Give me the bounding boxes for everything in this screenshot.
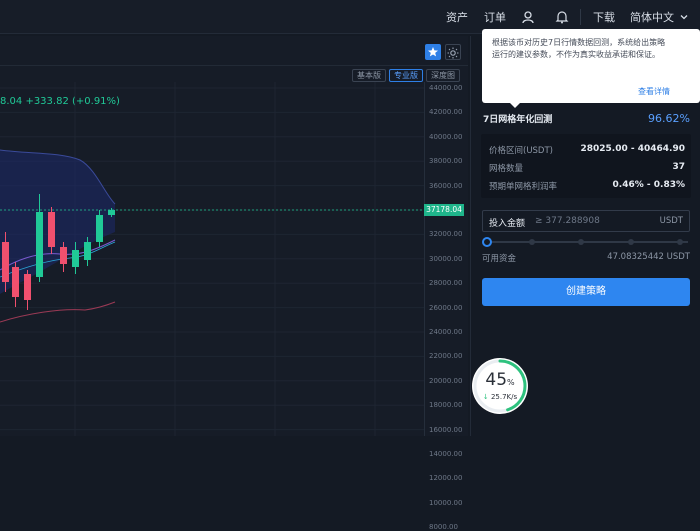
invest-amount-field[interactable]: 投入金额 ≥ 377.288908 USDT [482,210,690,232]
annual-return-value: 96.62% [648,112,690,125]
price-axis-tick: 18000.00 [429,401,463,410]
price-range-value: 28025.00 - 40464.90 [580,144,685,154]
price-axis-tick: 26000.00 [429,303,463,312]
tab-depth[interactable]: 深度图 [426,69,460,82]
tab-basic[interactable]: 基本版 [352,69,386,82]
candle-body [48,212,55,247]
backtest-tooltip: 根据该币对历史7日行情数据回测，系统给出策略运行的建议参数，不作为真实收益承诺和… [482,29,700,108]
speed-rate: ↓ 25.7K/s [472,393,528,401]
slider-tick [578,239,584,245]
price-axis: 44000.00 42000.00 40000.00 38000.00 36000.00… [424,82,468,531]
candle-body [12,267,19,297]
speed-percent-sign: % [507,378,515,387]
tooltip-text: 根据该币对历史7日行情数据回测，系统给出策略运行的建议参数，不作为真实收益承诺和… [492,38,666,59]
view-details-link[interactable]: 查看详情 [638,86,670,97]
speed-percent: 45% [472,370,528,390]
candle-body [108,210,115,215]
nav-divider [580,9,581,25]
chart-mode-tabs: 基本版 专业版 深度图 [352,69,460,82]
nav-orders-label: 订单 [484,11,506,24]
grid-count-label: 网格数量 [489,164,524,174]
price-axis-tick: 32000.00 [429,230,463,239]
tab-pro[interactable]: 专业版 [389,69,423,82]
invest-label: 投入金额 [489,219,526,229]
slider-tick [528,239,535,245]
slider-tick [677,239,683,245]
speed-rate-value: 25.7K/s [490,393,518,401]
price-axis-tick: 10000.00 [429,498,463,507]
chevron-down-icon [680,15,688,20]
price-axis-tick: 20000.00 [429,376,463,385]
candle-body [96,215,103,242]
price-axis-tick: 14000.00 [429,450,463,458]
speed-percent-value: 45 [485,370,508,390]
price-axis-tick: 8000.00 [429,523,458,531]
price-axis-tick: 30000.00 [429,254,463,263]
grid-count-value: 37 [672,162,685,172]
network-speed-widget[interactable]: 45% ↓ 25.7K/s [472,358,528,414]
invest-unit: USDT [659,216,683,226]
kline-chart-panel: 基本版 专业版 深度图 8.04 +333.82 (+0.91%) 44000.… [0,36,468,531]
candle-body [84,242,91,260]
amount-slider[interactable] [482,236,690,248]
current-price-tag: 37178.04 [424,204,464,216]
available-funds-value: 47.08325442 USDT [607,252,690,262]
create-strategy-button[interactable]: 创建策略 [482,278,690,306]
candlestick-chart[interactable] [0,82,424,436]
nav-assets-label: 资产 [446,11,468,24]
price-axis-tick: 24000.00 [429,328,463,336]
slider-handle[interactable] [482,237,492,247]
profit-rate-label: 预期单网格利润率 [489,182,558,192]
chart-toolbar [0,36,468,66]
candle-body [2,242,9,282]
nav-download-label: 下载 [593,11,615,24]
candle-body [36,212,43,277]
nav-assets[interactable]: 资产 [446,0,468,34]
user-icon-svg [522,11,534,24]
price-axis-tick: 40000.00 [429,132,463,141]
price-axis-tick: 36000.00 [429,181,463,190]
download-arrow-icon: ↓ [482,393,489,401]
language-label: 简体中文 [630,11,674,24]
price-axis-tick: 38000.00 [429,157,463,166]
slider-track [486,241,688,243]
price-axis-tick: 44000.00 [429,84,463,92]
price-axis-tick: 28000.00 [429,279,463,288]
bell-icon-svg [555,11,569,24]
star-icon [428,47,438,57]
price-axis-tick: 22000.00 [429,352,463,361]
candle-body [60,247,67,264]
candle-body [72,250,79,267]
settings-button[interactable] [445,44,461,60]
price-axis-tick: 12000.00 [429,474,463,483]
tooltip-arrow [510,103,520,108]
price-axis-tick: 42000.00 [429,108,463,117]
available-funds-label: 可用资金 [482,254,517,264]
annual-return-label: 7日网格年化回测 [483,115,553,125]
params-box: 价格区间(USDT) 28025.00 - 40464.90 网格数量 37 预… [481,134,691,198]
invest-placeholder: ≥ 377.288908 [535,216,600,226]
price-axis-tick: 16000.00 [429,425,463,434]
slider-tick [627,239,634,245]
favorite-star-button[interactable] [425,44,441,60]
bollinger-lower-line [0,301,116,323]
price-range-label: 价格区间(USDT) [489,146,553,156]
gear-icon [447,47,459,59]
candle-body [24,274,31,300]
profit-rate-value: 0.46% - 0.83% [612,180,685,190]
